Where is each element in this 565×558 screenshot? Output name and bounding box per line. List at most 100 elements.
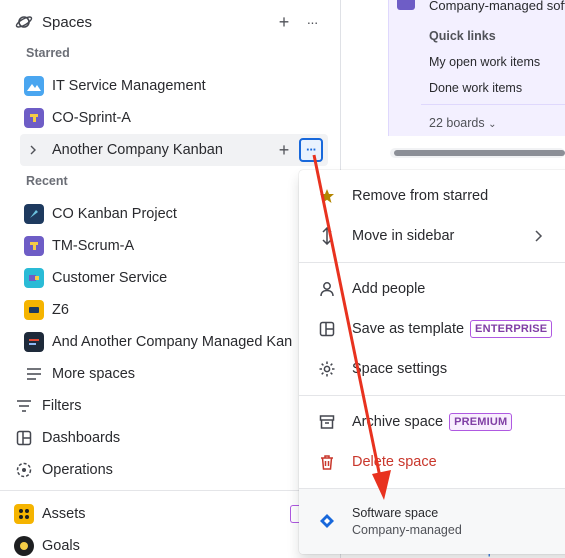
menu-item-label: Delete space xyxy=(352,454,437,470)
menu-divider xyxy=(299,395,565,396)
sidebar-item-goals[interactable]: Goals xyxy=(14,530,80,558)
sidebar-item-label: And Another Company Managed Kan xyxy=(52,334,293,350)
sidebar-item-assets[interactable]: Assets xyxy=(14,498,86,530)
chevron-right-icon[interactable] xyxy=(26,140,40,160)
trash-icon xyxy=(317,452,337,472)
plus-icon: + xyxy=(278,11,290,32)
sidebar-item-label: IT Service Management xyxy=(52,78,206,94)
scrollbar-thumb[interactable] xyxy=(394,150,565,156)
rocket-space-icon xyxy=(24,204,44,224)
menu-item-label: Space settings xyxy=(352,361,448,377)
spaces-title: Spaces xyxy=(42,13,93,31)
jira-software-icon xyxy=(317,511,337,531)
sidebar-item-label: CO-Sprint-A xyxy=(52,110,131,126)
sidebar-item-dashboards[interactable]: Dashboards xyxy=(14,422,120,454)
save-template-text: Save as template xyxy=(352,321,465,337)
card-divider xyxy=(421,104,565,105)
gear-icon xyxy=(317,359,337,379)
operations-icon xyxy=(14,460,34,480)
sidebar-item-z6[interactable]: Z6 xyxy=(24,294,69,326)
archive-icon xyxy=(317,412,337,432)
starred-section-label: Starred xyxy=(26,46,70,60)
sidebar-divider xyxy=(0,490,340,491)
sidebar-item-another-managed-kanban[interactable]: And Another Company Managed Kan xyxy=(24,326,292,358)
sidebar-item-label: Operations xyxy=(42,462,113,478)
menu-item-remove-starred[interactable]: Remove from starred xyxy=(299,176,565,216)
menu-item-label: Move in sidebar xyxy=(352,228,455,244)
quick-link-open-items[interactable]: My open work items xyxy=(429,55,540,69)
menu-item-move-in-sidebar[interactable]: Move in sidebar xyxy=(299,216,565,256)
sprint-space-icon xyxy=(24,108,44,128)
menu-item-label: Add people xyxy=(352,281,426,297)
sidebar-item-co-kanban-project[interactable]: CO Kanban Project xyxy=(24,198,177,230)
archive-space-text: Archive space xyxy=(352,414,444,430)
menu-item-delete-space[interactable]: Delete space xyxy=(299,442,565,482)
itsm-space-icon xyxy=(24,76,44,96)
menu-divider xyxy=(299,262,565,263)
sidebar-item-label: Goals xyxy=(42,538,80,554)
dashboard-icon xyxy=(14,428,34,448)
space-avatar xyxy=(397,0,415,10)
recent-section-label: Recent xyxy=(26,174,68,188)
assets-icon xyxy=(14,504,34,524)
menu-lines-icon xyxy=(24,364,44,384)
menu-item-save-as-template[interactable]: Save as template ENTERPRISE xyxy=(299,309,565,349)
menu-item-label: Save as template ENTERPRISE xyxy=(352,320,553,338)
enterprise-badge: ENTERPRISE xyxy=(470,320,553,338)
quick-link-done-items[interactable]: Done work items xyxy=(429,81,522,95)
sidebar-item-filters[interactable]: Filters xyxy=(14,390,81,422)
scrum-space-icon xyxy=(24,236,44,256)
filter-icon xyxy=(14,396,34,416)
z6-space-icon xyxy=(24,300,44,320)
menu-item-space-type[interactable]: Software space Company-managed xyxy=(299,488,565,554)
sidebar-item-operations[interactable]: Operations xyxy=(14,454,113,486)
premium-badge: PREMIUM xyxy=(449,413,513,431)
sidebar-item-label: CO Kanban Project xyxy=(52,206,177,222)
sidebar-item-label: Z6 xyxy=(52,302,69,318)
sidebar-item-label: Another Company Kanban xyxy=(52,142,223,158)
sidebar-item-label: Dashboards xyxy=(42,430,121,446)
chevron-down-icon: ⌄ xyxy=(488,119,497,130)
plus-icon: + xyxy=(278,139,290,160)
more-icon: ··· xyxy=(306,14,319,30)
planet-icon xyxy=(14,12,34,32)
add-space-button[interactable]: + xyxy=(272,10,296,34)
spaces-header[interactable]: Spaces xyxy=(14,6,92,38)
star-icon xyxy=(317,186,337,206)
more-spaces-link[interactable]: More spaces xyxy=(24,358,135,390)
customer-service-space-icon xyxy=(24,268,44,288)
move-icon xyxy=(317,226,337,246)
sidebar-item-label: TM-Scrum-A xyxy=(52,238,135,254)
template-icon xyxy=(317,319,337,339)
sidebar-item-it-service-management[interactable]: IT Service Management xyxy=(24,70,206,102)
sidebar-item-label: Customer Service xyxy=(52,270,168,286)
boards-count: 22 boards xyxy=(429,116,485,130)
managed-type-text: Company-managed soft xyxy=(429,0,565,13)
boards-dropdown[interactable]: 22 boards ⌄ xyxy=(429,116,496,130)
chevron-right-icon xyxy=(533,229,543,247)
sidebar-item-tm-scrum-a[interactable]: TM-Scrum-A xyxy=(24,230,134,262)
more-spaces-label: More spaces xyxy=(52,366,136,382)
sidebar-item-label: Filters xyxy=(42,398,82,414)
goals-icon xyxy=(14,536,34,556)
sidebar-item-customer-service[interactable]: Customer Service xyxy=(24,262,167,294)
space-summary-card: Company-managed soft Quick links My open… xyxy=(388,0,565,136)
more-icon: ··· xyxy=(306,142,317,157)
space-more-actions-button[interactable]: ··· xyxy=(299,138,323,162)
space-type-title: Software space xyxy=(352,506,439,520)
space-actions-menu: Remove from starred Move in sidebar Add … xyxy=(299,170,565,554)
kanban-space-icon xyxy=(24,332,44,352)
add-child-button[interactable]: + xyxy=(272,138,296,162)
menu-item-add-people[interactable]: Add people xyxy=(299,269,565,309)
space-type-subtitle: Company-managed xyxy=(352,523,462,537)
menu-item-label: Remove from starred xyxy=(352,188,489,204)
menu-item-space-settings[interactable]: Space settings xyxy=(299,349,565,389)
person-icon xyxy=(317,279,337,299)
quick-links-title: Quick links xyxy=(429,29,496,43)
spaces-more-button[interactable]: ··· xyxy=(300,10,324,34)
sidebar: Spaces + ··· Starred IT Service Manageme… xyxy=(0,0,340,558)
sidebar-item-label: Assets xyxy=(42,506,86,522)
sidebar-item-co-sprint-a[interactable]: CO-Sprint-A xyxy=(24,102,131,134)
menu-item-archive-space[interactable]: Archive space PREMIUM xyxy=(299,402,565,442)
menu-item-label: Archive space PREMIUM xyxy=(352,413,513,431)
